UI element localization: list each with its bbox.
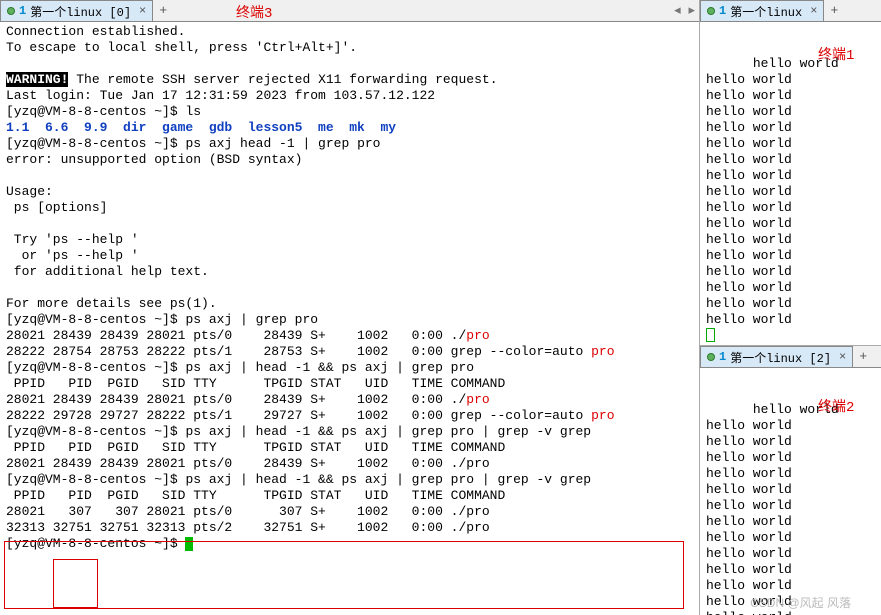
close-icon[interactable]: × — [810, 4, 817, 18]
left-pane: 1 第一个linux [0] × + 终端3 ◂ ▸ Connection es… — [0, 0, 700, 615]
tab-terminal1[interactable]: 1 第一个linux × — [700, 0, 824, 21]
right-top-tabbar: 1 第一个linux × + — [700, 0, 881, 22]
status-dot-icon — [707, 7, 715, 15]
tab-title: 第一个linux [2] — [730, 349, 831, 366]
terminal2-output[interactable]: 终端2 hello world hello world hello world … — [700, 368, 881, 615]
new-tab-button[interactable]: + — [824, 0, 844, 21]
right-pane: 1 第一个linux × + 终端1 hello world hello wor… — [700, 0, 881, 615]
status-dot-icon — [707, 353, 715, 361]
right-bot-tabbar: 1 第一个linux [2] × + — [700, 346, 881, 368]
tab-terminal3[interactable]: 1 第一个linux [0] × — [0, 0, 153, 21]
close-icon[interactable]: × — [139, 4, 146, 18]
right-top-pane: 1 第一个linux × + 终端1 hello world hello wor… — [700, 0, 881, 346]
new-tab-button[interactable]: + — [853, 346, 873, 367]
tab-index: 1 — [719, 4, 726, 18]
close-icon[interactable]: × — [839, 350, 846, 364]
annotation-terminal2: 终端2 — [818, 400, 854, 416]
tab-title: 第一个linux — [730, 3, 802, 20]
right-bot-pane: 1 第一个linux [2] × + 终端2 hello world hello… — [700, 346, 881, 615]
terminal1-output[interactable]: 终端1 hello world hello world hello world … — [700, 22, 881, 345]
watermark: CSDN @风起 风落 — [750, 594, 851, 611]
left-tabbar: 1 第一个linux [0] × + 终端3 ◂ ▸ — [0, 0, 699, 22]
tab-index: 1 — [19, 4, 26, 18]
new-tab-button[interactable]: + — [153, 0, 173, 21]
status-dot-icon — [7, 7, 15, 15]
terminal3-output[interactable]: Connection established. To escape to loc… — [0, 22, 699, 615]
tab-arrows[interactable]: ◂ ▸ — [670, 0, 699, 21]
tab-index: 1 — [719, 350, 726, 364]
annotation-terminal1: 终端1 — [818, 48, 854, 64]
tab-title: 第一个linux [0] — [30, 3, 131, 20]
annotation-terminal3: 终端3 — [236, 2, 272, 22]
tab-terminal2[interactable]: 1 第一个linux [2] × — [700, 346, 853, 367]
app-root: 1 第一个linux [0] × + 终端3 ◂ ▸ Connection es… — [0, 0, 881, 615]
